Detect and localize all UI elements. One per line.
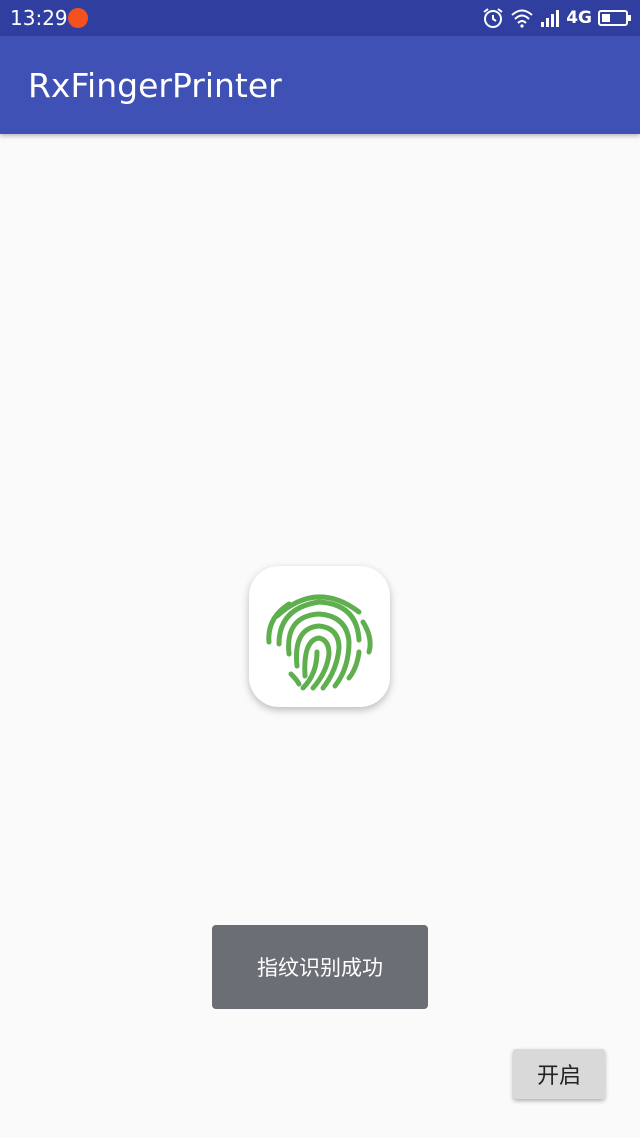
app-bar: RxFingerPrinter (0, 36, 640, 134)
battery-icon (598, 10, 631, 26)
status-time: 13:29 (10, 6, 68, 30)
toast-message: 指纹识别成功 (212, 925, 428, 1009)
status-icons: 4G (482, 6, 632, 30)
start-button[interactable]: 开启 (513, 1049, 605, 1099)
app-notification-icon (68, 8, 88, 28)
wifi-icon (511, 9, 533, 28)
app-title: RxFingerPrinter (28, 66, 282, 105)
fingerprint-icon (266, 594, 373, 691)
fingerprint-card[interactable] (249, 566, 390, 707)
network-type-label: 4G (566, 8, 592, 28)
signal-icon (541, 10, 560, 27)
status-bar: 13:29 4G (0, 0, 640, 36)
alarm-icon (483, 8, 503, 28)
